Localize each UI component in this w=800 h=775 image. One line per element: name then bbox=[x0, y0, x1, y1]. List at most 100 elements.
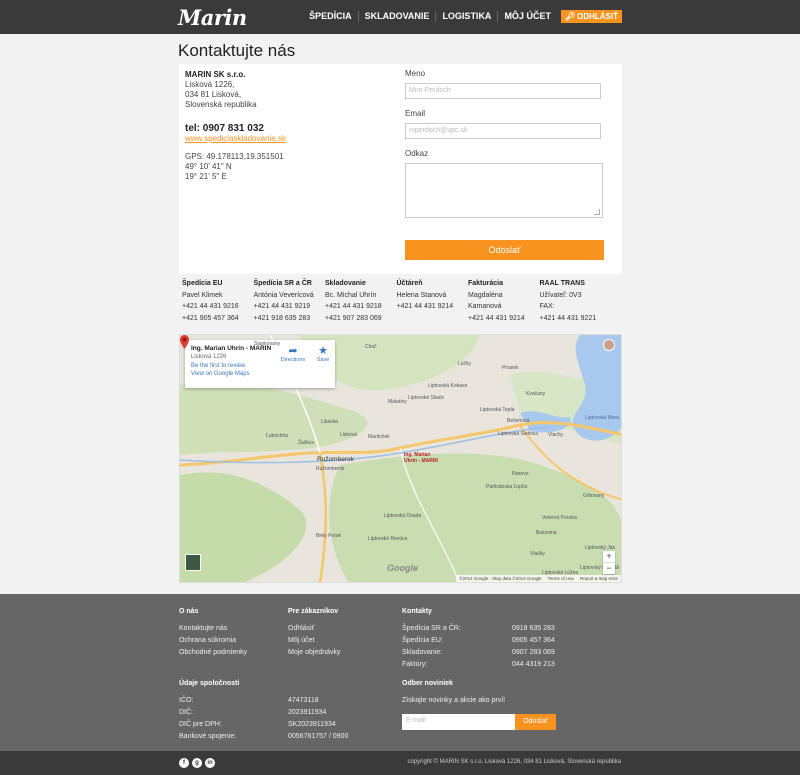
footer-link[interactable]: Moje objednávky bbox=[288, 647, 341, 659]
social-links: f g in bbox=[179, 758, 215, 768]
footer-customers: Pre zákazníkov Odhlásiť Môj účet Moje ob… bbox=[288, 606, 341, 659]
newsletter-email-input[interactable]: E-mail bbox=[402, 714, 515, 730]
footer-about: O nás Kontaktujte nás Ochrana súkromia O… bbox=[179, 606, 247, 659]
contact-line: Magdaléna bbox=[468, 291, 503, 299]
nav-spedicia[interactable]: ŠPEDÍCIA bbox=[303, 11, 358, 22]
google-map[interactable]: Ing. Marian Uhrín - MARIN Lisková 1226 B… bbox=[179, 334, 622, 583]
footer-company-values: 47473118 2023911934 SK2023911934 0056761… bbox=[288, 695, 348, 743]
contact-line: Helena Stanová bbox=[396, 291, 447, 299]
footer-text: Skladovanie: bbox=[402, 649, 443, 656]
contact-title: Skladovanie bbox=[325, 280, 366, 287]
map-data-credit: ©2014 Google · Map data ©2014 Google bbox=[459, 576, 542, 581]
contact-line: +421 44 431 9214 bbox=[468, 314, 525, 322]
contact-line: Bc. Michal Uhrín bbox=[325, 291, 377, 299]
footer-text: Špedícia EU: bbox=[402, 637, 443, 644]
copyright: copyright © MARIN SK s.r.o. Lisková 1226… bbox=[407, 759, 621, 765]
directions-button[interactable]: ➦ Directions bbox=[279, 346, 307, 364]
contact-uctaren: Účtáreň Helena Stanová +421 44 431 9214 bbox=[397, 278, 469, 334]
save-label: Save bbox=[316, 357, 330, 363]
contact-spedicia-sr: Špedícia SR a ČR Antónia Veverícová +421… bbox=[254, 278, 326, 334]
contact-title: Špedícia SR a ČR bbox=[253, 280, 312, 287]
logo[interactable]: Marin bbox=[178, 5, 247, 30]
message-textarea[interactable] bbox=[405, 163, 603, 218]
footer-heading: Odber noviniek bbox=[402, 680, 453, 687]
footer-text: Špedícia SR a ČR: bbox=[402, 625, 461, 632]
contact-fakturacia: Fakturácia Magdaléna Kamanová +421 44 43… bbox=[468, 278, 540, 334]
zoom-control: + − bbox=[603, 551, 615, 574]
footer-link[interactable]: Môj účet bbox=[288, 635, 341, 647]
footer-text: 2023911934 bbox=[288, 709, 327, 716]
facebook-icon[interactable]: f bbox=[179, 758, 189, 768]
contact-line: Pavel Klimek bbox=[182, 291, 223, 299]
contact-title: Špedícia EU bbox=[182, 280, 223, 287]
gps: GPS: 49.178113,19.351501 bbox=[185, 152, 284, 161]
zoom-in-button[interactable]: + bbox=[603, 551, 615, 562]
linkedin-icon[interactable]: in bbox=[205, 758, 215, 768]
footer-link[interactable]: Obchodné podmienky bbox=[179, 647, 247, 659]
map-place-card: Ing. Marian Uhrín - MARIN Lisková 1226 B… bbox=[185, 340, 335, 388]
footer-text: Faktúry: bbox=[402, 661, 428, 668]
logout-button[interactable]: 🔑︎ ODHLÁSIŤ bbox=[560, 10, 622, 23]
contact-spedicia-eu: Špedícia EU Pavel Klimek +421 44 431 921… bbox=[182, 278, 254, 334]
footer-link[interactable]: Kontaktujte nás bbox=[179, 623, 247, 635]
view-on-maps-link[interactable]: View on Google Maps bbox=[191, 371, 329, 377]
map-pin-icon[interactable] bbox=[180, 335, 189, 349]
website-link[interactable]: www.spediciaskladovanie.sk bbox=[185, 134, 286, 144]
nav-logistika[interactable]: LOGISTIKA bbox=[435, 11, 497, 22]
top-bar: Marin ŠPEDÍCIA SKLADOVANIE LOGISTIKA MÔJ… bbox=[0, 0, 800, 34]
footer-link[interactable]: Odhlásiť bbox=[288, 623, 341, 635]
contact-line: +421 905 457 364 bbox=[182, 314, 239, 322]
contact-line: +421 918 635 283 bbox=[253, 314, 311, 322]
contact-raal-trans: RAAL TRANS Užívateľ: 0V3 FAX: +421 44 43… bbox=[540, 278, 612, 334]
footer-contacts-labels: Kontakty Špedícia SR a ČR: Špedícia EU: … bbox=[402, 606, 461, 671]
company-name: MARIN SK s.r.o. bbox=[185, 70, 246, 79]
terms-link[interactable]: Terms of Use bbox=[547, 576, 574, 581]
google-logo: Google bbox=[387, 563, 418, 573]
avatar[interactable] bbox=[603, 339, 615, 351]
pin-label-line: Uhrín - MARIN bbox=[404, 458, 438, 464]
gps-lat: 49° 10' 41" N bbox=[185, 162, 232, 171]
footer-text: 044 4319 213 bbox=[512, 661, 555, 668]
star-icon: ★ bbox=[318, 345, 328, 357]
footer-text: Bankové spojenie: bbox=[179, 733, 237, 740]
contact-line: +421 44 431 9214 bbox=[396, 303, 454, 310]
map-footer: ©2014 Google · Map data ©2014 Google Ter… bbox=[456, 575, 621, 582]
footer-heading: Kontakty bbox=[402, 608, 432, 615]
contact-line: Kamanová bbox=[468, 303, 502, 310]
logout-label: ODHLÁSIŤ bbox=[577, 12, 618, 21]
email-label: Email bbox=[405, 109, 426, 118]
report-error-link[interactable]: Report a map error bbox=[580, 576, 618, 581]
footer-heading: O nás bbox=[179, 608, 199, 615]
satellite-toggle[interactable] bbox=[185, 554, 201, 571]
contact-form: Meno Miro Perdoch Email mperdoch@upc.sk … bbox=[405, 69, 605, 260]
zoom-out-button[interactable]: − bbox=[603, 562, 615, 574]
bottom-bar: f g in copyright © MARIN SK s.r.o. Lisko… bbox=[0, 751, 800, 775]
newsletter-submit-button[interactable]: Odoslať bbox=[515, 714, 556, 730]
contact-line: Užívateľ: 0V3 bbox=[539, 291, 582, 299]
email-input[interactable]: mperdoch@upc.sk bbox=[405, 123, 601, 139]
footer-link[interactable]: Ochrana súkromia bbox=[179, 635, 247, 647]
contact-card: MARIN SK s.r.o. Lisková 1226, 034 81 Lis… bbox=[179, 64, 622, 274]
page-title: Kontaktujte nás bbox=[178, 41, 296, 60]
google-plus-icon[interactable]: g bbox=[192, 758, 202, 768]
nav-moj-ucet[interactable]: MÔJ ÚČET bbox=[497, 11, 557, 22]
review-link[interactable]: Be the first to review bbox=[191, 363, 329, 369]
contact-line: +421 907 283 069 bbox=[325, 314, 382, 322]
footer-heading: Údaje spoločnosti bbox=[179, 680, 240, 687]
send-button[interactable]: Odoslať bbox=[405, 240, 604, 260]
key-icon: 🔑︎ bbox=[564, 12, 576, 21]
name-input[interactable]: Miro Perdoch bbox=[405, 83, 601, 99]
nav-skladovanie[interactable]: SKLADOVANIE bbox=[357, 11, 436, 22]
address-block: MARIN SK s.r.o. Lisková 1226, 034 81 Lis… bbox=[185, 70, 286, 182]
department-contacts: Špedícia EU Pavel Klimek +421 44 431 921… bbox=[179, 274, 622, 334]
directions-label: Directions bbox=[280, 357, 306, 363]
phone: tel: 0907 831 032 bbox=[185, 123, 264, 134]
main-nav: ŠPEDÍCIA SKLADOVANIE LOGISTIKA MÔJ ÚČET … bbox=[303, 10, 622, 23]
footer-text: IČO: bbox=[179, 697, 194, 704]
footer-text: 0907 283 069 bbox=[512, 649, 555, 656]
save-place-button[interactable]: ★ Save bbox=[309, 345, 337, 364]
footer-text: 0056761757 / 0900 bbox=[288, 733, 349, 740]
contact-title: Účtáreň bbox=[396, 280, 423, 287]
pin-label: Ing. Marian Uhrín - MARIN bbox=[404, 452, 438, 464]
contact-line: +421 44 431 9216 bbox=[182, 303, 239, 310]
